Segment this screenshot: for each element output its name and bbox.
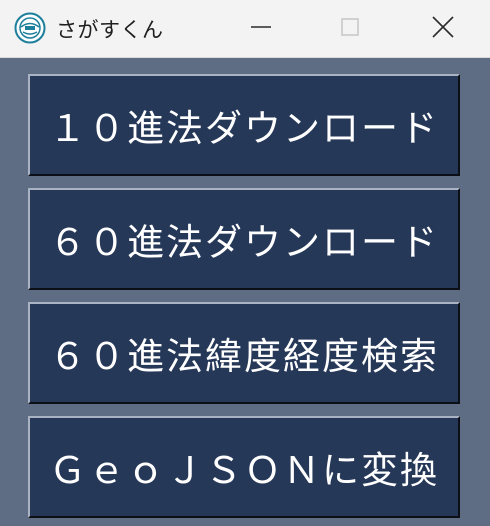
maximize-icon bbox=[339, 16, 361, 42]
download-decimal-button[interactable]: １０進法ダウンロード bbox=[28, 74, 460, 176]
window-title: さがすくん bbox=[56, 18, 164, 42]
app-logo-icon bbox=[14, 12, 46, 44]
convert-geojson-button[interactable]: ＧｅｏＪＳＯＮに変換 bbox=[28, 416, 460, 518]
app-window: さがすくん １０進法ダウンロード ６０進法ダウンロード ６０進法緯度経度検索 Ｇ… bbox=[0, 0, 490, 526]
minimize-button[interactable] bbox=[238, 0, 284, 58]
latlon-search-sexagesimal-button[interactable]: ６０進法緯度経度検索 bbox=[28, 302, 460, 404]
close-button[interactable] bbox=[420, 0, 466, 58]
download-sexagesimal-button[interactable]: ６０進法ダウンロード bbox=[28, 188, 460, 290]
close-icon bbox=[431, 15, 455, 43]
title-bar[interactable]: さがすくん bbox=[0, 0, 490, 58]
minimize-icon bbox=[250, 16, 272, 42]
maximize-button[interactable] bbox=[327, 0, 373, 58]
